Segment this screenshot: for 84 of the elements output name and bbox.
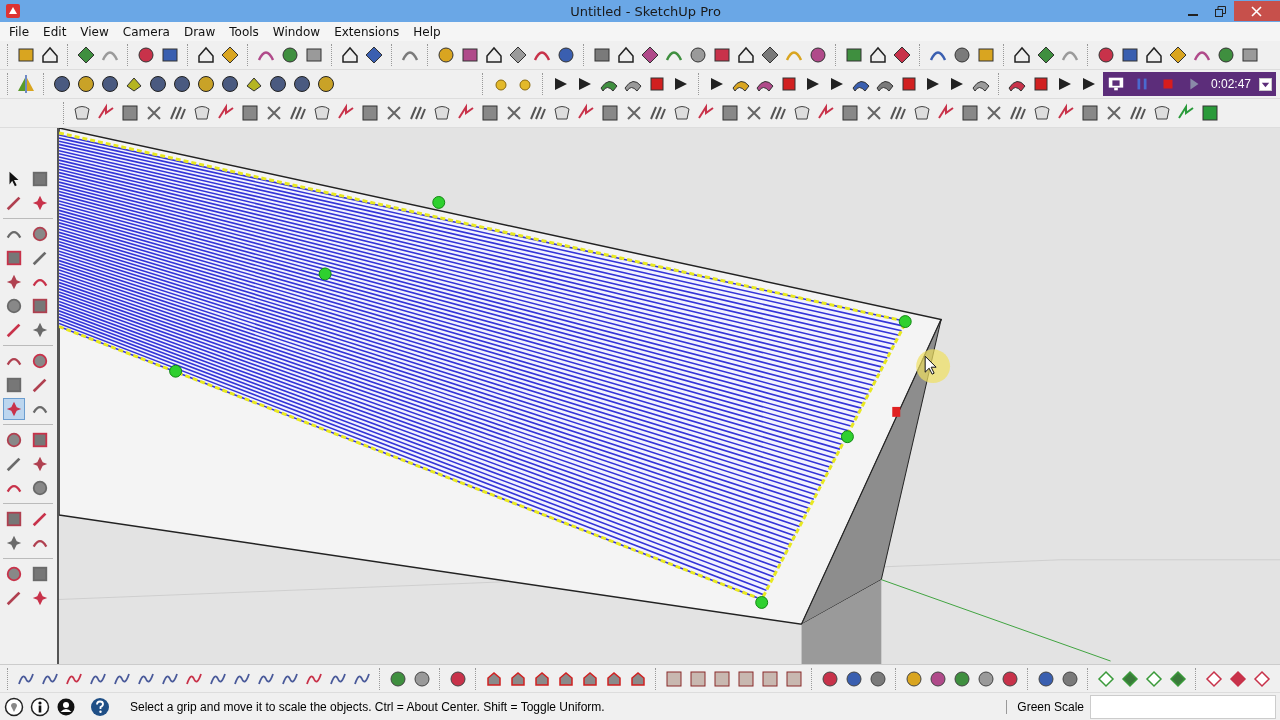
- menu-item[interactable]: File: [3, 24, 38, 39]
- tool-icon[interactable]: [844, 668, 864, 689]
- tool-icon[interactable]: [340, 45, 360, 65]
- tool-icon[interactable]: [1216, 45, 1236, 65]
- tool-icon[interactable]: [196, 45, 216, 65]
- menu-item[interactable]: Tools: [223, 24, 267, 39]
- tool-icon[interactable]: [1096, 45, 1116, 65]
- tool-icon[interactable]: [220, 74, 240, 94]
- tool-icon[interactable]: [892, 45, 912, 65]
- tool-icon[interactable]: [592, 45, 612, 65]
- grip-handle[interactable]: [755, 596, 769, 609]
- camera-icon[interactable]: [1106, 75, 1125, 93]
- tool-icon[interactable]: [76, 74, 96, 94]
- tool-icon[interactable]: [1168, 45, 1188, 65]
- cursor-icon: [916, 349, 951, 384]
- tool-icon[interactable]: [436, 45, 456, 65]
- tool-icon[interactable]: [172, 74, 192, 94]
- close-icon: [1251, 5, 1263, 17]
- restore-icon: [1215, 5, 1226, 17]
- tool-icon[interactable]: [292, 74, 312, 94]
- tool-icon[interactable]: [196, 74, 216, 94]
- tool-icon[interactable]: [160, 45, 180, 65]
- info-icon[interactable]: [30, 696, 50, 717]
- tool-icon[interactable]: [460, 45, 480, 65]
- tool-icon[interactable]: [136, 45, 156, 65]
- user-icon[interactable]: [56, 696, 76, 717]
- tool-icon[interactable]: [868, 45, 888, 65]
- menu-item[interactable]: Window: [266, 24, 329, 39]
- tool-icon[interactable]: [688, 45, 708, 65]
- tool-icon[interactable]: [736, 45, 756, 65]
- close-button[interactable]: [1234, 1, 1280, 21]
- tool-icon[interactable]: [316, 74, 336, 94]
- tool-icon[interactable]: [280, 45, 300, 65]
- tool-icon[interactable]: [484, 45, 504, 65]
- menu-item[interactable]: Camera: [116, 24, 178, 39]
- tool-icon[interactable]: [820, 668, 840, 689]
- tool-icon[interactable]: [1200, 103, 1220, 123]
- grip-handle[interactable]: [318, 267, 332, 281]
- tool-icon[interactable]: [556, 45, 576, 65]
- help-icon[interactable]: [90, 696, 110, 717]
- menu-item[interactable]: Draw: [177, 24, 224, 39]
- menu-item[interactable]: Edit: [37, 24, 75, 39]
- measurement-field[interactable]: [1090, 694, 1276, 719]
- grip-handle[interactable]: [892, 406, 901, 417]
- grip-handle[interactable]: [840, 430, 854, 444]
- measurement-label: Green Scale: [1006, 699, 1084, 714]
- tool-icon[interactable]: [148, 74, 168, 94]
- menu-item[interactable]: Extensions: [328, 24, 408, 39]
- tool-icon[interactable]: [808, 45, 828, 65]
- tool-icon[interactable]: [220, 45, 240, 65]
- grip-handle[interactable]: [432, 196, 446, 209]
- tool-icon[interactable]: [1000, 668, 1020, 689]
- grip-handle[interactable]: [898, 315, 912, 328]
- tool-icon[interactable]: [928, 668, 948, 689]
- dropdown-icon[interactable]: [1259, 77, 1272, 91]
- tool-icon[interactable]: [1036, 668, 1056, 689]
- status-hint: Select a grip and move it to scale the objects. Ctrl = About Center. Shift = Toggle Uniform.: [130, 699, 605, 714]
- minimize-icon: [1188, 13, 1199, 16]
- tool-icon[interactable]: [1120, 45, 1140, 65]
- tool-icon[interactable]: [1144, 45, 1164, 65]
- tool-icon[interactable]: [712, 45, 732, 65]
- tool-icon[interactable]: [640, 45, 660, 65]
- grip-handle[interactable]: [169, 364, 183, 378]
- app-icon: [5, 3, 21, 19]
- tool-icon[interactable]: [508, 45, 528, 65]
- tool-icon[interactable]: [52, 74, 72, 94]
- tool-icon[interactable]: [952, 45, 972, 65]
- tool-icon[interactable]: [616, 45, 636, 65]
- menu-item[interactable]: Help: [407, 24, 449, 39]
- tool-icon[interactable]: [448, 668, 468, 689]
- tool-icon[interactable]: [268, 74, 288, 94]
- tool-icon[interactable]: [40, 45, 60, 65]
- location-icon[interactable]: [4, 696, 24, 717]
- window-title: Untitled - SketchUp Pro: [569, 3, 721, 19]
- section-plane-icon[interactable]: [16, 74, 36, 94]
- tool-icon[interactable]: [760, 45, 780, 65]
- tool-icon[interactable]: [844, 45, 864, 65]
- tool-icon[interactable]: [1012, 45, 1032, 65]
- tool-icon[interactable]: [364, 45, 384, 65]
- tool-icon[interactable]: [76, 45, 96, 65]
- menu-item[interactable]: View: [74, 24, 117, 39]
- tool-icon[interactable]: [1036, 45, 1056, 65]
- recording-time: 0:02:47: [1210, 77, 1251, 91]
- tool-icon[interactable]: [100, 74, 120, 94]
